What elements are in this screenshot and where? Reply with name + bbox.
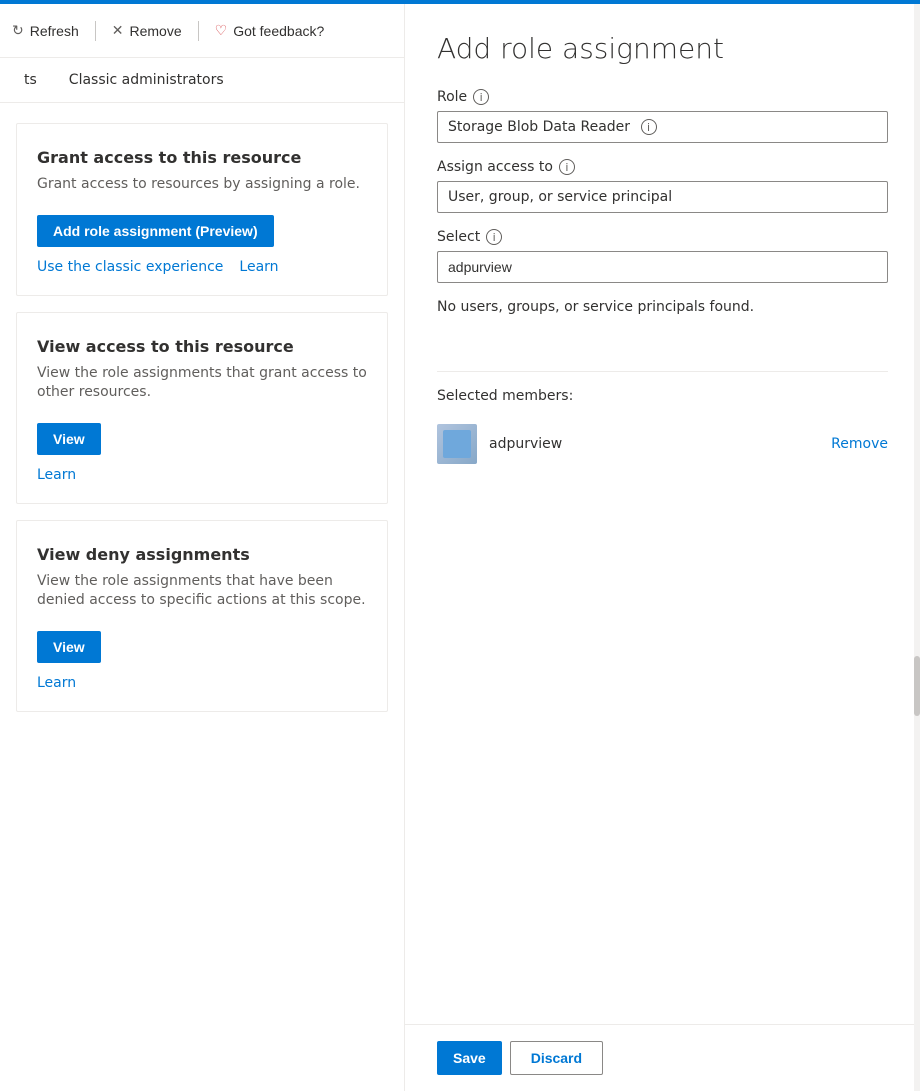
role-value-display[interactable]: Storage Blob Data Reader i [437,111,888,143]
assign-access-value[interactable]: User, group, or service principal [437,181,888,213]
member-row: adpurview Remove [437,416,888,472]
toolbar: ↻ Refresh ✕ Remove ♡ Got feedback? [0,4,404,58]
grant-access-links: Use the classic experience Learn [37,259,367,275]
tabs-row: ts Classic administrators [0,58,404,103]
main-content: Grant access to this resource Grant acce… [0,103,404,732]
view-access-links: Learn [37,467,367,483]
view-deny-desc: View the role assignments that have been… [37,572,367,611]
assign-info-icon[interactable]: i [559,159,575,175]
panel-title: Add role assignment [437,32,888,65]
panel-footer: Save Discard [405,1024,920,1091]
assign-access-section: Assign access to i User, group, or servi… [437,159,888,213]
remove-icon: ✕ [112,22,124,39]
view-deny-title: View deny assignments [37,545,367,564]
member-remove-link[interactable]: Remove [831,436,888,452]
assign-access-text: User, group, or service principal [448,189,672,205]
role-value-info-icon[interactable]: i [641,119,657,135]
classic-experience-link[interactable]: Use the classic experience [37,259,223,275]
grant-access-card: Grant access to this resource Grant acce… [16,123,388,296]
avatar-inner [443,430,471,458]
feedback-label: Got feedback? [233,23,324,39]
selected-members-section: Selected members: adpurview Remove [437,371,888,472]
role-info-icon[interactable]: i [473,89,489,105]
scrollbar-track[interactable] [914,4,920,1091]
selected-members-label: Selected members: [437,388,888,404]
grant-access-desc: Grant access to resources by assigning a… [37,175,367,195]
select-info-icon[interactable]: i [486,229,502,245]
assign-access-label: Assign access to i [437,159,888,175]
role-section: Role i Storage Blob Data Reader i [437,89,888,143]
view-access-desc: View the role assignments that grant acc… [37,364,367,403]
toolbar-divider-2 [198,21,199,41]
role-label: Role i [437,89,888,105]
select-label: Select i [437,229,888,245]
search-empty-message: No users, groups, or service principals … [437,283,888,331]
toolbar-divider-1 [95,21,96,41]
select-input[interactable] [437,251,888,283]
remove-label: Remove [130,23,182,39]
view-access-card: View access to this resource View the ro… [16,312,388,504]
member-avatar [437,424,477,464]
left-panel: ↻ Refresh ✕ Remove ♡ Got feedback? ts Cl… [0,4,405,1091]
view-deny-learn-link[interactable]: Learn [37,675,76,691]
select-section: Select i No users, groups, or service pr… [437,229,888,331]
view-deny-links: Learn [37,675,367,691]
heart-icon: ♡ [215,22,228,39]
tab-classic-admins[interactable]: Classic administrators [61,68,232,92]
scrollbar-thumb[interactable] [914,656,920,716]
feedback-button[interactable]: ♡ Got feedback? [203,16,337,45]
right-panel: Add role assignment Role i Storage Blob … [405,4,920,1091]
role-value: Storage Blob Data Reader [448,119,630,135]
grant-access-title: Grant access to this resource [37,148,367,167]
view-access-title: View access to this resource [37,337,367,356]
save-button[interactable]: Save [437,1041,502,1075]
refresh-button[interactable]: ↻ Refresh [0,16,91,45]
remove-button[interactable]: ✕ Remove [100,16,194,45]
refresh-icon: ↻ [12,22,24,39]
grant-learn-link[interactable]: Learn [239,259,278,275]
member-name: adpurview [489,436,819,452]
view-access-button[interactable]: View [37,423,101,455]
view-access-learn-link[interactable]: Learn [37,467,76,483]
view-deny-card: View deny assignments View the role assi… [16,520,388,712]
discard-button[interactable]: Discard [510,1041,603,1075]
tab-role-assignments[interactable]: ts [16,68,45,92]
add-role-assignment-button[interactable]: Add role assignment (Preview) [37,215,274,247]
refresh-label: Refresh [30,23,79,39]
view-deny-button[interactable]: View [37,631,101,663]
